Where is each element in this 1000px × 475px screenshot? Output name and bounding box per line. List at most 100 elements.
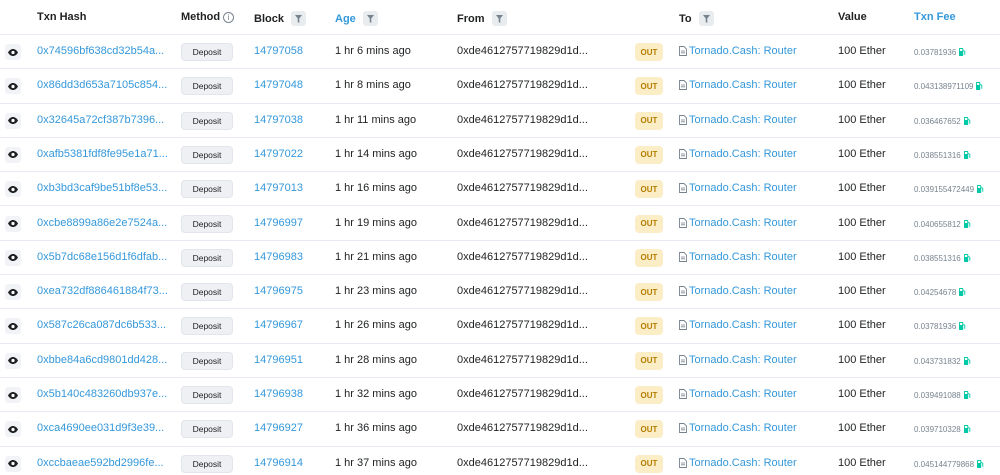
txn-hash-link[interactable]: 0xafb5381fdf8fe95e1a71...	[37, 148, 168, 160]
from-address[interactable]: 0xde4612757719829d1d...	[457, 251, 588, 263]
gas-pump-icon[interactable]	[963, 150, 971, 161]
to-address-link[interactable]: Tornado.Cash: Router	[679, 319, 797, 331]
to-address-link[interactable]: Tornado.Cash: Router	[679, 182, 797, 194]
from-address[interactable]: 0xde4612757719829d1d...	[457, 422, 588, 434]
from-address[interactable]: 0xde4612757719829d1d...	[457, 285, 588, 297]
to-address-link[interactable]: Tornado.Cash: Router	[679, 457, 797, 469]
filter-icon[interactable]	[698, 11, 714, 26]
block-link[interactable]: 14796983	[254, 251, 303, 263]
gas-pump-icon[interactable]	[959, 47, 966, 58]
filter-icon[interactable]	[362, 11, 378, 26]
to-address-label[interactable]: Tornado.Cash: Router	[689, 217, 797, 229]
block-link[interactable]: 14796975	[254, 285, 303, 297]
txn-hash-link[interactable]: 0x5b7dc68e156d1f6dfab...	[37, 251, 167, 263]
to-address-label[interactable]: Tornado.Cash: Router	[689, 285, 797, 297]
to-address-label[interactable]: Tornado.Cash: Router	[689, 182, 797, 194]
from-address[interactable]: 0xde4612757719829d1d...	[457, 457, 588, 469]
gas-pump-icon[interactable]	[977, 184, 984, 195]
eye-icon[interactable]	[5, 249, 21, 266]
from-address[interactable]: 0xde4612757719829d1d...	[457, 217, 588, 229]
from-address[interactable]: 0xde4612757719829d1d...	[457, 319, 588, 331]
txn-hash-link[interactable]: 0x74596bf638cd32b54a...	[37, 45, 164, 57]
gas-pump-icon[interactable]	[963, 219, 971, 230]
eye-icon[interactable]	[5, 215, 21, 232]
to-address-label[interactable]: Tornado.Cash: Router	[689, 422, 797, 434]
to-address-link[interactable]: Tornado.Cash: Router	[679, 79, 797, 91]
eye-icon[interactable]	[5, 112, 21, 129]
block-link[interactable]: 14797013	[254, 182, 303, 194]
txn-hash-link[interactable]: 0xccbaeae592bd2996fe...	[37, 457, 164, 469]
to-address-link[interactable]: Tornado.Cash: Router	[679, 354, 797, 366]
gas-pump-icon[interactable]	[976, 81, 983, 92]
to-address-label[interactable]: Tornado.Cash: Router	[689, 354, 797, 366]
info-icon[interactable]: i	[223, 11, 235, 23]
eye-icon[interactable]	[5, 284, 21, 301]
to-address-link[interactable]: Tornado.Cash: Router	[679, 422, 797, 434]
gas-pump-icon[interactable]	[963, 390, 971, 401]
to-address-link[interactable]: Tornado.Cash: Router	[679, 114, 797, 126]
header-txn-fee[interactable]: Txn Fee	[914, 11, 956, 23]
block-link[interactable]: 14797038	[254, 114, 303, 126]
filter-icon[interactable]	[290, 11, 306, 26]
to-address-label[interactable]: Tornado.Cash: Router	[689, 79, 797, 91]
to-address-label[interactable]: Tornado.Cash: Router	[689, 319, 797, 331]
from-address[interactable]: 0xde4612757719829d1d...	[457, 79, 588, 91]
block-link[interactable]: 14796914	[254, 457, 303, 469]
eye-icon[interactable]	[5, 421, 21, 438]
eye-icon[interactable]	[5, 318, 21, 335]
gas-pump-icon[interactable]	[959, 321, 966, 332]
filter-icon[interactable]	[491, 11, 507, 26]
gas-pump-icon[interactable]	[963, 253, 971, 264]
txn-hash-link[interactable]: 0x587c26ca087dc6b533...	[37, 319, 166, 331]
eye-icon[interactable]	[5, 455, 21, 472]
from-address[interactable]: 0xde4612757719829d1d...	[457, 114, 588, 126]
gas-pump-icon[interactable]	[977, 459, 984, 470]
eye-icon[interactable]	[5, 78, 21, 95]
eye-icon[interactable]	[5, 387, 21, 403]
block-link[interactable]: 14796967	[254, 319, 303, 331]
to-address-label[interactable]: Tornado.Cash: Router	[689, 114, 797, 126]
gas-pump-icon[interactable]	[963, 116, 971, 127]
method-badge: Deposit	[181, 214, 233, 233]
txn-hash-link[interactable]: 0xea732df886461884f73...	[37, 285, 168, 297]
txn-hash-link[interactable]: 0xb3bd3caf9be51bf8e53...	[37, 182, 167, 194]
block-link[interactable]: 14796927	[254, 422, 303, 434]
eye-icon[interactable]	[5, 44, 21, 60]
eye-icon[interactable]	[5, 352, 21, 369]
block-link[interactable]: 14797022	[254, 148, 303, 160]
block-link[interactable]: 14796938	[254, 388, 303, 400]
from-address[interactable]: 0xde4612757719829d1d...	[457, 45, 588, 57]
to-address-label[interactable]: Tornado.Cash: Router	[689, 457, 797, 469]
block-link[interactable]: 14797048	[254, 79, 303, 91]
txn-hash-link[interactable]: 0xbbe84a6cd9801dd428...	[37, 354, 167, 366]
txn-hash-link[interactable]: 0x5b140c483260db937e...	[37, 388, 167, 400]
to-address-link[interactable]: Tornado.Cash: Router	[679, 148, 797, 160]
eye-icon[interactable]	[5, 181, 21, 198]
to-address-label[interactable]: Tornado.Cash: Router	[689, 148, 797, 160]
txn-hash-link[interactable]: 0x86dd3d653a7105c854...	[37, 79, 167, 91]
to-address-label[interactable]: Tornado.Cash: Router	[689, 251, 797, 263]
block-link[interactable]: 14796997	[254, 217, 303, 229]
to-address-link[interactable]: Tornado.Cash: Router	[679, 251, 797, 263]
gas-pump-icon[interactable]	[963, 424, 971, 435]
to-address-label[interactable]: Tornado.Cash: Router	[689, 388, 797, 400]
transactions-table: Txn Hash Method i Block Age From To Value…	[0, 0, 1000, 473]
txn-hash-link[interactable]: 0x32645a72cf387b7396...	[37, 114, 164, 126]
txn-hash-link[interactable]: 0xca4690ee031d9f3e39...	[37, 422, 164, 434]
from-address[interactable]: 0xde4612757719829d1d...	[457, 388, 588, 400]
header-age[interactable]: Age	[335, 11, 378, 26]
block-link[interactable]: 14797058	[254, 45, 303, 57]
from-address[interactable]: 0xde4612757719829d1d...	[457, 182, 588, 194]
to-address-label[interactable]: Tornado.Cash: Router	[689, 45, 797, 57]
from-address[interactable]: 0xde4612757719829d1d...	[457, 354, 588, 366]
gas-pump-icon[interactable]	[959, 287, 966, 298]
to-address-link[interactable]: Tornado.Cash: Router	[679, 388, 797, 400]
from-address[interactable]: 0xde4612757719829d1d...	[457, 148, 588, 160]
to-address-link[interactable]: Tornado.Cash: Router	[679, 217, 797, 229]
gas-pump-icon[interactable]	[963, 356, 971, 367]
to-address-link[interactable]: Tornado.Cash: Router	[679, 285, 797, 297]
to-address-link[interactable]: Tornado.Cash: Router	[679, 45, 797, 57]
txn-hash-link[interactable]: 0xcbe8899a86e2e7524a...	[37, 217, 167, 229]
eye-icon[interactable]	[5, 146, 21, 163]
block-link[interactable]: 14796951	[254, 354, 303, 366]
